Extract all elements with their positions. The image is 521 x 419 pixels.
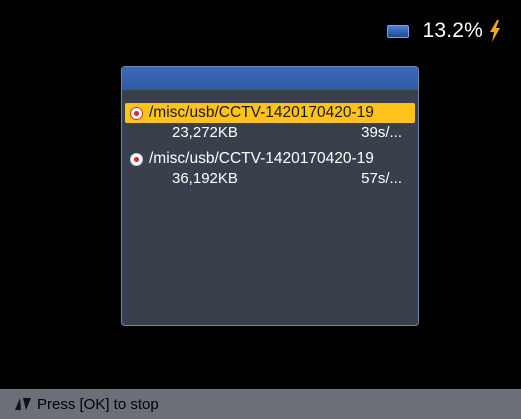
recording-item[interactable]: /misc/usb/CCTV-1420170420-19 36,192KB 57… <box>122 149 418 195</box>
recording-size: 23,272KB <box>172 124 238 141</box>
radio-selected-icon <box>130 106 143 120</box>
recording-duration: 57s/... <box>361 170 402 187</box>
panel-header <box>122 67 418 90</box>
status-bar: 13.2% <box>387 18 501 44</box>
recording-path: /misc/usb/CCTV-1420170420-19 <box>149 150 374 167</box>
radio-icon <box>130 152 143 166</box>
recording-path: /misc/usb/CCTV-1420170420-19 <box>149 104 374 121</box>
battery-percentage: 13.2% <box>422 19 483 42</box>
recording-size: 36,192KB <box>172 170 238 187</box>
recording-item[interactable]: /misc/usb/CCTV-1420170420-19 23,272KB 39… <box>122 103 418 149</box>
hint-text: Press [OK] to stop <box>37 395 159 413</box>
recording-row-highlight: /misc/usb/CCTV-1420170420-19 <box>125 103 415 123</box>
up-down-arrows-icon <box>15 398 31 410</box>
hint-bar: Press [OK] to stop <box>0 389 521 419</box>
battery-icon <box>387 24 410 38</box>
recording-duration: 39s/... <box>361 124 402 141</box>
recording-list-panel: /misc/usb/CCTV-1420170420-19 23,272KB 39… <box>121 66 419 326</box>
recording-list: /misc/usb/CCTV-1420170420-19 23,272KB 39… <box>122 103 418 195</box>
lightning-bolt-icon <box>490 20 500 42</box>
